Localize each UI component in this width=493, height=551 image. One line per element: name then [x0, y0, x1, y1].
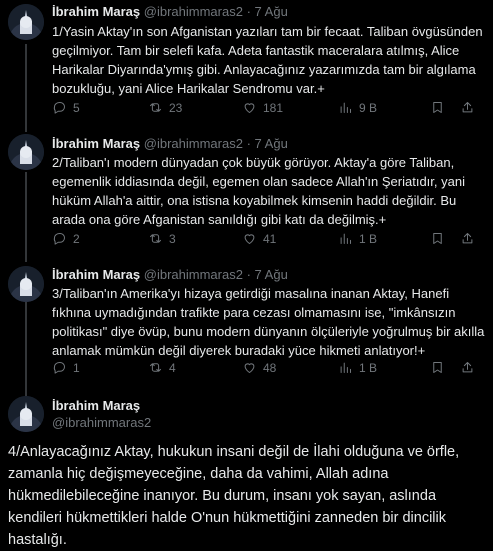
author-handle[interactable]: @ibrahimmaras2 [52, 415, 151, 430]
tweet-text-line: 4/Anlayacağınız Aktay, hukukun insani de… [8, 444, 460, 460]
main-tweet: İbrahim Maraş @ibrahimmaras2 4/Anlayacağ… [0, 0, 493, 548]
author-name[interactable]: İbrahim Maraş [52, 398, 140, 413]
avatar[interactable] [8, 396, 44, 432]
tweet-text-line: kendileri hükmettikleri halde O'nun hükm… [8, 510, 447, 526]
tweet-text-line: zamanla hiç değişmeyeceğine, daha da vah… [8, 466, 389, 482]
tweet-text-line: hükmedilebileceğine inanıyor. Bu durum, … [8, 488, 437, 504]
tweet-text-line: hastalığı. [8, 532, 67, 548]
tweet-text: 4/Anlayacağınız Aktay, hukukun insani de… [8, 441, 488, 551]
